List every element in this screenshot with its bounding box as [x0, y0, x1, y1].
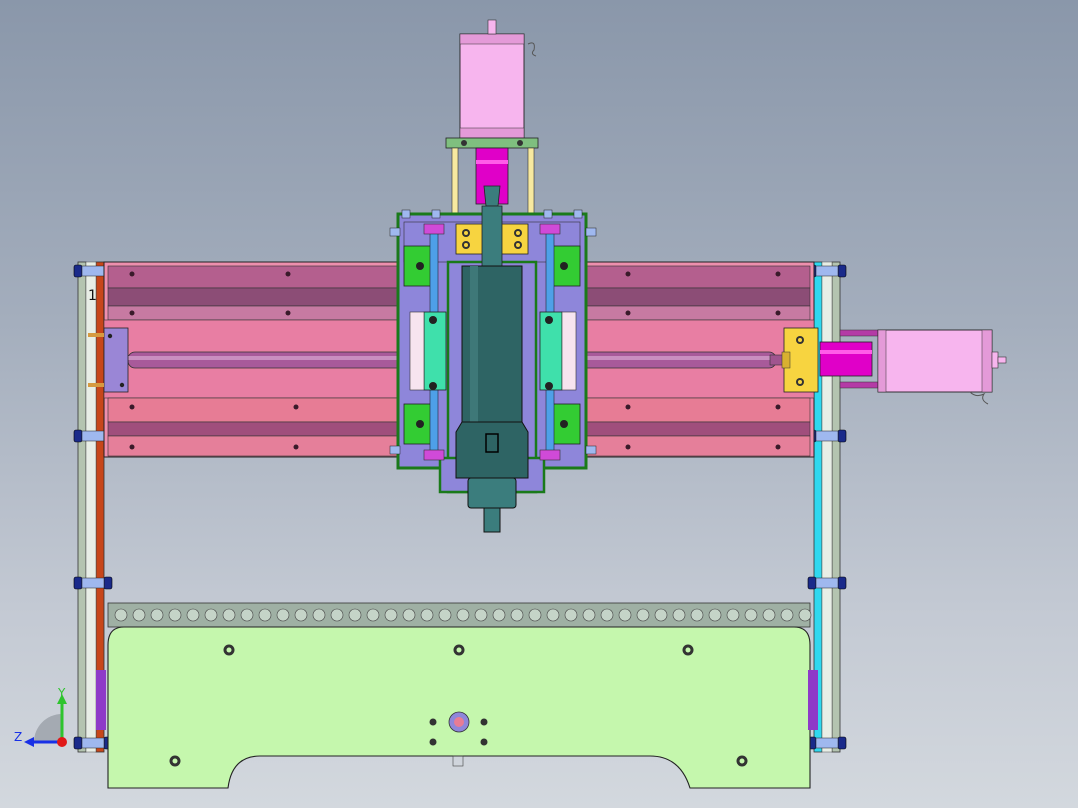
extrusion-slot [276, 608, 290, 622]
right-lower-accent [808, 670, 818, 730]
extrusion-slot [564, 608, 578, 622]
extrusion-slot [546, 608, 560, 622]
extrusion-slot [132, 608, 146, 622]
extrusion-slot [474, 608, 488, 622]
extrusion-slot [744, 608, 758, 622]
extrusion-slot [798, 608, 812, 622]
cad-viewport[interactable]: 1 Y Z [0, 0, 1078, 808]
extrusion-slot [330, 608, 344, 622]
extrusion-slot [240, 608, 254, 622]
extrusion-slot [690, 608, 704, 622]
part-number-label: 1 [88, 288, 97, 304]
extrusion-slot [582, 608, 596, 622]
extrusion-slot [780, 608, 794, 622]
cnc-gantry-model[interactable]: 1 [0, 0, 1078, 808]
extrusion-slot [726, 608, 740, 622]
extrusion-slot [114, 608, 128, 622]
extrusion-slot [762, 608, 776, 622]
extrusion-slot [600, 608, 614, 622]
extrusion-slot [654, 608, 668, 622]
extrusion-slot [384, 608, 398, 622]
extrusion-slot [636, 608, 650, 622]
extrusion-slot [186, 608, 200, 622]
aluminum-extrusion [107, 602, 812, 628]
triad-graphic [24, 694, 67, 747]
extrusion-slot [672, 608, 686, 622]
extrusion-slot [402, 608, 416, 622]
extrusion-slot [168, 608, 182, 622]
left-lower-accent [96, 670, 106, 730]
x-motor-bracket[interactable] [781, 327, 819, 393]
extrusion-slot [348, 608, 362, 622]
x-stepper-motor[interactable] [877, 329, 1007, 405]
extrusion-slot [708, 608, 722, 622]
z-stepper-motor[interactable] [459, 19, 537, 139]
extrusion-slot [438, 608, 452, 622]
extrusion-slot [366, 608, 380, 622]
extrusion-slot [456, 608, 470, 622]
extrusion-slot [492, 608, 506, 622]
base-plate[interactable] [107, 626, 811, 789]
coordinate-triad[interactable]: Y Z [12, 684, 84, 754]
extrusion-slot [222, 608, 236, 622]
extrusion-slot [510, 608, 524, 622]
extrusion-slot [312, 608, 326, 622]
z-axis-label: Z [14, 730, 23, 744]
extrusion-slot [258, 608, 272, 622]
extrusion-slot [618, 608, 632, 622]
extrusion-slot [150, 608, 164, 622]
extrusion-slot [294, 608, 308, 622]
extrusion-slot [528, 608, 542, 622]
extrusion-slot [204, 608, 218, 622]
origin-dot [57, 737, 67, 747]
y-axis-label: Y [58, 686, 66, 700]
extrusion-slot [420, 608, 434, 622]
